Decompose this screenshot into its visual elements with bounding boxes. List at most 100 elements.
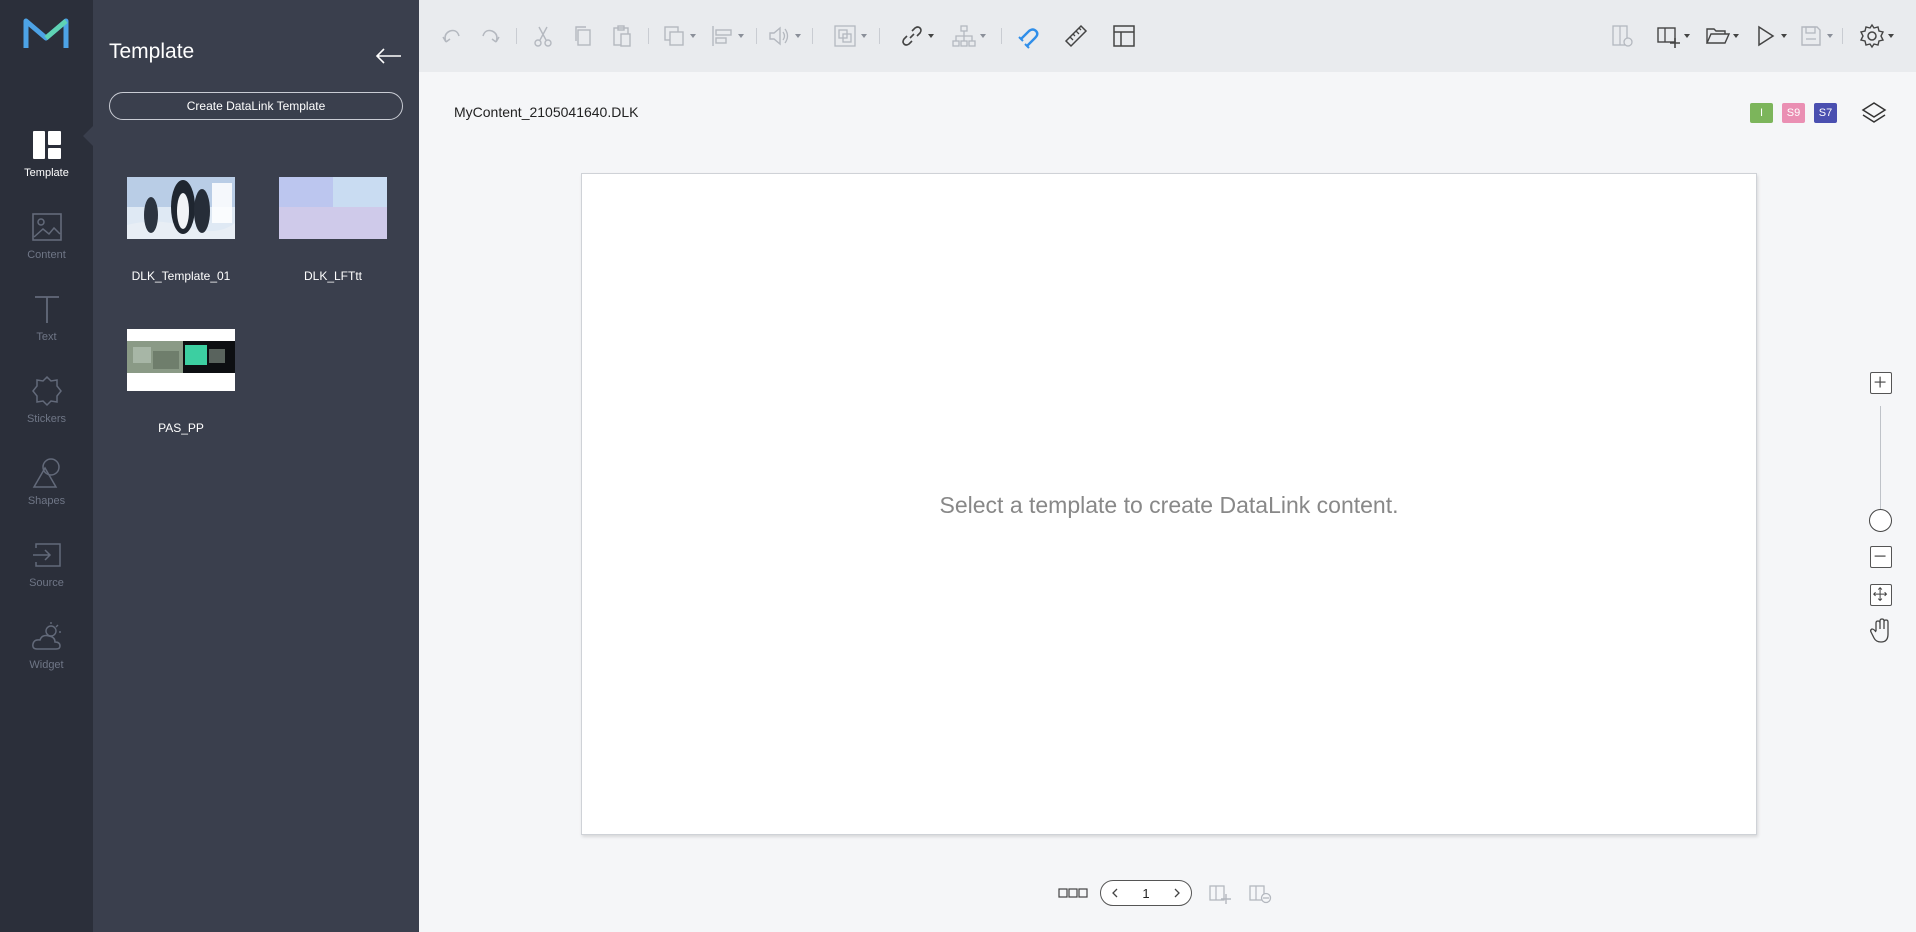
template-name: DLK_Template_01 bbox=[131, 269, 231, 283]
zoom-out-button[interactable] bbox=[1870, 546, 1892, 568]
page-overview-icon[interactable] bbox=[1058, 884, 1088, 902]
page-settings-button[interactable] bbox=[1609, 22, 1635, 50]
chevron-left-icon[interactable] bbox=[1109, 887, 1121, 899]
dropdown-caret bbox=[738, 34, 744, 38]
rail-item-text[interactable]: Text bbox=[0, 284, 93, 360]
settings-button[interactable] bbox=[1859, 22, 1894, 50]
toolbar-separator bbox=[1842, 28, 1843, 44]
zoom-in-button[interactable] bbox=[1870, 372, 1892, 394]
undo-icon bbox=[442, 29, 460, 43]
add-page-icon[interactable] bbox=[1208, 882, 1232, 904]
link-icon bbox=[902, 26, 922, 46]
cut-button[interactable] bbox=[530, 22, 556, 50]
scissors-icon bbox=[534, 26, 552, 47]
group-icon bbox=[834, 25, 856, 47]
image-icon bbox=[31, 213, 62, 241]
toolbar-separator bbox=[812, 28, 813, 44]
template-thumbnail bbox=[127, 329, 235, 391]
rail-item-content[interactable]: Content bbox=[0, 202, 93, 278]
hand-icon[interactable] bbox=[1868, 617, 1894, 645]
save-button[interactable] bbox=[1798, 22, 1833, 50]
layout-icon bbox=[1113, 25, 1135, 47]
layers-icon[interactable] bbox=[1860, 99, 1888, 127]
toolbar-separator bbox=[516, 28, 517, 44]
rail-item-label: Template bbox=[24, 167, 69, 179]
top-toolbar bbox=[419, 0, 1916, 72]
template-card[interactable]: DLK_Template_01 bbox=[107, 177, 257, 287]
text-icon bbox=[34, 296, 59, 323]
template-thumbnail bbox=[127, 177, 235, 239]
snap-button[interactable] bbox=[1015, 22, 1041, 50]
icon-rail: Template Content Text Stickers Shapes So… bbox=[0, 0, 93, 932]
source-icon bbox=[32, 543, 61, 567]
shapes-icon bbox=[32, 458, 60, 488]
arrange-icon bbox=[664, 26, 684, 46]
rail-item-shapes[interactable]: Shapes bbox=[0, 448, 93, 524]
editing-canvas[interactable]: Select a template to create DataLink con… bbox=[581, 173, 1757, 835]
add-page-button[interactable] bbox=[1655, 22, 1690, 50]
zoom-slider-track[interactable] bbox=[1880, 406, 1881, 510]
undo-button[interactable] bbox=[439, 22, 465, 50]
canvas-empty-message: Select a template to create DataLink con… bbox=[939, 492, 1399, 518]
copy-button[interactable] bbox=[570, 22, 596, 50]
status-badge-i[interactable]: I bbox=[1750, 103, 1773, 123]
template-icon bbox=[32, 131, 61, 159]
open-button[interactable] bbox=[1704, 22, 1739, 50]
fit-screen-icon bbox=[1873, 587, 1888, 602]
fit-to-screen-button[interactable] bbox=[1870, 584, 1892, 606]
rail-item-source[interactable]: Source bbox=[0, 530, 93, 606]
active-indicator bbox=[83, 126, 93, 146]
zoom-slider-handle[interactable] bbox=[1869, 509, 1892, 532]
document-filename: MyContent_2105041640.DLK bbox=[454, 104, 639, 120]
layout-button[interactable] bbox=[1111, 22, 1137, 50]
dropdown-caret bbox=[1888, 34, 1894, 38]
toolbar-separator bbox=[1001, 28, 1002, 44]
page-number[interactable]: 1 bbox=[1131, 886, 1161, 901]
ruler-button[interactable] bbox=[1063, 22, 1089, 50]
status-badge-s9[interactable]: S9 bbox=[1782, 103, 1805, 123]
page-navigator: 1 bbox=[1100, 880, 1192, 906]
play-button[interactable] bbox=[1752, 22, 1787, 50]
chevron-right-icon[interactable] bbox=[1171, 887, 1183, 899]
play-icon bbox=[1758, 25, 1775, 47]
dropdown-caret bbox=[861, 34, 867, 38]
create-datalink-template-button[interactable]: Create DataLink Template bbox=[109, 92, 403, 120]
group-button[interactable] bbox=[832, 22, 867, 50]
ruler-icon bbox=[1064, 24, 1088, 48]
hierarchy-icon bbox=[952, 25, 976, 47]
template-card[interactable]: DLK_LFTtt bbox=[259, 177, 409, 287]
rail-item-stickers[interactable]: Stickers bbox=[0, 366, 93, 442]
dropdown-caret bbox=[1684, 34, 1690, 38]
back-arrow-icon[interactable] bbox=[373, 44, 405, 68]
dropdown-caret bbox=[795, 34, 801, 38]
paste-button[interactable] bbox=[609, 22, 635, 50]
rail-item-widget[interactable]: Widget bbox=[0, 612, 93, 688]
link-button[interactable] bbox=[899, 22, 934, 50]
align-button[interactable] bbox=[709, 22, 744, 50]
copy-icon bbox=[575, 26, 591, 46]
rail-item-label: Stickers bbox=[26, 413, 67, 425]
hierarchy-button[interactable] bbox=[951, 22, 986, 50]
delete-page-icon[interactable] bbox=[1248, 882, 1272, 904]
page-settings-icon bbox=[1612, 25, 1633, 47]
template-card[interactable]: PAS_PP bbox=[107, 329, 257, 439]
volume-button[interactable] bbox=[766, 22, 801, 50]
align-left-icon bbox=[712, 26, 732, 46]
rail-item-template[interactable]: Template bbox=[0, 120, 93, 196]
status-badge-s7[interactable]: S7 bbox=[1814, 103, 1837, 123]
save-icon bbox=[1801, 26, 1821, 46]
redo-button[interactable] bbox=[477, 22, 503, 50]
rail-item-label: Widget bbox=[29, 659, 64, 671]
sticker-icon bbox=[31, 375, 62, 407]
arrange-button[interactable] bbox=[661, 22, 696, 50]
template-name: DLK_LFTtt bbox=[303, 269, 363, 283]
dropdown-caret bbox=[690, 34, 696, 38]
paste-icon bbox=[613, 25, 631, 47]
toolbar-separator bbox=[648, 28, 649, 44]
redo-icon bbox=[482, 29, 500, 43]
toolbar-separator bbox=[756, 28, 757, 44]
magnet-icon bbox=[1018, 28, 1039, 49]
dropdown-caret bbox=[1781, 34, 1787, 38]
speaker-icon bbox=[769, 26, 789, 46]
dropdown-caret bbox=[1827, 34, 1833, 38]
